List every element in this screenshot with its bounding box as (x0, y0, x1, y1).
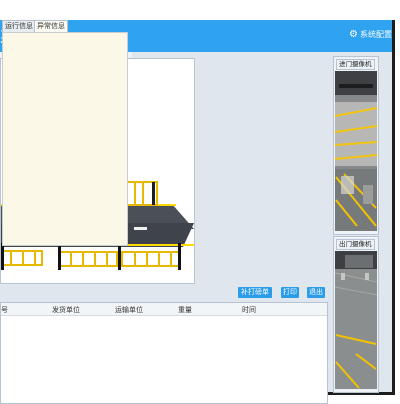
message-panel: 运行信息 异常信息 (0, 20, 132, 246)
entry-camera-feed (335, 71, 377, 231)
column-header-transport-company[interactable]: 运输单位 (115, 305, 143, 315)
table-header: 号 发货单位 运输单位 重量 时间 (1, 303, 327, 316)
entry-camera-label: 进门摄像机 (336, 59, 375, 70)
settings-label: 系统配置 (360, 30, 392, 39)
entry-camera-panel: 进门摄像机 (333, 56, 379, 235)
gear-icon: ⚙ (349, 29, 358, 40)
column-header-shipper[interactable]: 发货单位 (52, 305, 80, 315)
exit-camera-panel: 出门摄像机 (333, 236, 379, 393)
column-header-time[interactable]: 时间 (242, 305, 256, 315)
exception-message-area (2, 32, 128, 246)
column-header-number[interactable]: 号 (1, 305, 8, 315)
screen: 系统 ⚙系统配置 (0, 0, 400, 404)
weighing-record-table: 号 发货单位 运输单位 重量 时间 (0, 302, 328, 404)
exit-button[interactable]: 退出 (307, 287, 325, 298)
settings-button[interactable]: ⚙ 系统配置 (349, 29, 392, 40)
exit-camera-feed (335, 251, 377, 389)
column-header-weight[interactable]: 重量 (178, 305, 192, 315)
print-button[interactable]: 打印 (281, 287, 299, 298)
exit-camera-label: 出门摄像机 (336, 239, 375, 250)
reprint-ticket-button[interactable]: 补打磅单 (238, 287, 272, 298)
application-window: 系统 ⚙系统配置 (0, 20, 395, 404)
